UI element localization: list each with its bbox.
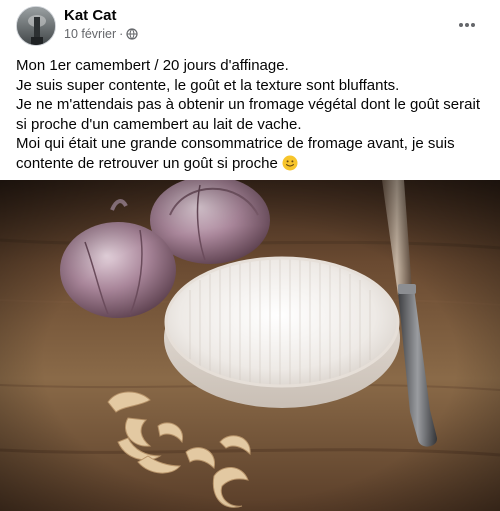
post-line: Mon 1er camembert / 20 jours d'affinage.	[16, 57, 289, 74]
meta-separator: ·	[119, 27, 124, 41]
avatar-image	[17, 7, 55, 45]
post-photo[interactable]	[0, 180, 500, 511]
more-horizontal-icon	[459, 23, 475, 27]
post-meta: 10 février ·	[64, 27, 138, 41]
post-date[interactable]: 10 février	[64, 27, 116, 41]
slightly-smiling-face-icon	[282, 155, 298, 171]
post-line: Je suis super contente, le goût et la te…	[16, 76, 400, 94]
globe-icon[interactable]	[126, 28, 138, 40]
post-text: Mon 1er camembert / 20 jours d'affinage.…	[16, 56, 486, 173]
post-line-last: Moi qui était une grande consommatrice d…	[16, 134, 486, 173]
avatar[interactable]	[16, 6, 56, 46]
camembert-photo	[0, 180, 500, 511]
author-name[interactable]: Kat Cat	[64, 7, 117, 24]
post-line: Moi qui était une grande consommatrice d…	[16, 135, 455, 172]
post-line: Je ne m'attendais pas à obtenir un froma…	[16, 96, 480, 133]
post-header: Kat Cat 10 février ·	[0, 0, 500, 50]
more-options-button[interactable]	[450, 8, 484, 42]
